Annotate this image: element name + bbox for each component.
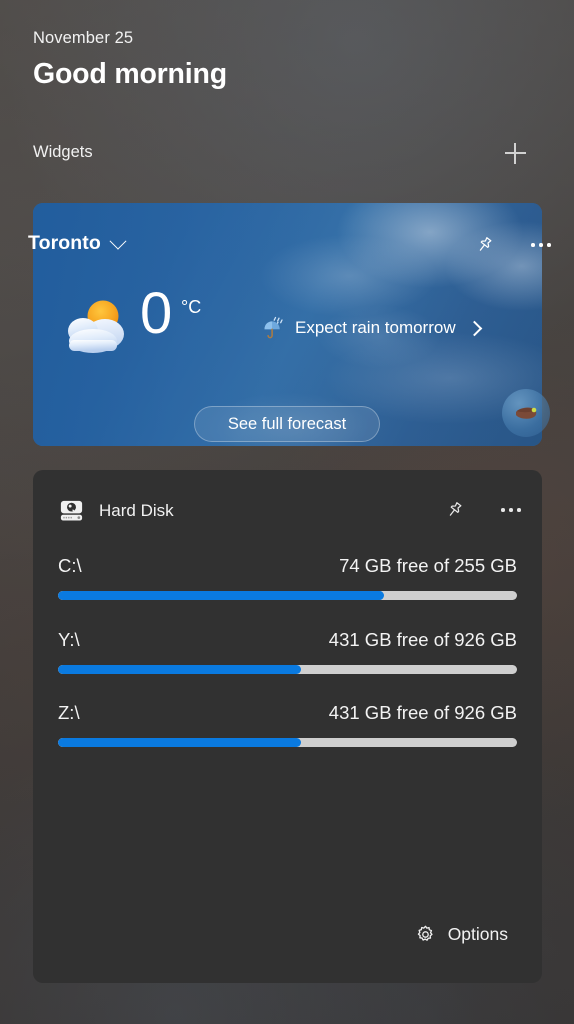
gear-icon: [415, 924, 436, 945]
hard-disk-more-button[interactable]: [496, 495, 526, 525]
drive-letter: Z:\: [58, 702, 80, 724]
hard-disk-icon: [58, 497, 85, 524]
weather-alert-text: Expect rain tomorrow: [295, 318, 456, 338]
pin-icon: [445, 500, 465, 520]
sun-behind-cloud-icon: [63, 297, 139, 355]
weather-pin-button[interactable]: [470, 230, 500, 260]
chevron-right-icon: [466, 320, 482, 336]
drive-item: Y:\ 431 GB free of 926 GB: [58, 629, 517, 674]
see-full-forecast-button[interactable]: See full forecast: [194, 406, 380, 442]
drive-item: C:\ 74 GB free of 255 GB: [58, 555, 517, 600]
drive-capacity-text: 431 GB free of 926 GB: [329, 629, 517, 651]
pin-icon: [475, 235, 495, 255]
drive-item: Z:\ 431 GB free of 926 GB: [58, 702, 517, 747]
weather-widget-actions: [470, 230, 556, 260]
hard-disk-header: Hard Disk: [58, 497, 174, 524]
hard-disk-actions: [440, 495, 526, 525]
drive-capacity-text: 74 GB free of 255 GB: [339, 555, 517, 577]
drive-row: Z:\ 431 GB free of 926 GB: [58, 702, 517, 724]
drive-letter: Y:\: [58, 629, 80, 651]
drive-usage-bar: [58, 738, 517, 747]
weather-temperature: 0: [140, 285, 171, 343]
weather-city-name: Toronto: [28, 232, 101, 255]
weather-more-button[interactable]: [526, 230, 556, 260]
drive-usage-bar: [58, 665, 517, 674]
drive-usage-bar: [58, 591, 517, 600]
drive-usage-fill: [58, 591, 384, 600]
hard-disk-pin-button[interactable]: [440, 495, 470, 525]
drive-usage-fill: [58, 738, 301, 747]
drive-letter: C:\: [58, 555, 82, 577]
ellipsis-icon: [501, 508, 521, 512]
drive-capacity-text: 431 GB free of 926 GB: [329, 702, 517, 724]
weather-temperature-unit: °C: [181, 297, 201, 318]
hard-disk-title: Hard Disk: [99, 501, 174, 521]
ellipsis-icon: [531, 243, 551, 247]
chevron-down-icon: [109, 232, 126, 249]
options-label: Options: [448, 924, 508, 945]
weather-location-selector[interactable]: Toronto: [28, 232, 124, 255]
weather-provider-badge[interactable]: [502, 389, 550, 437]
drive-row: C:\ 74 GB free of 255 GB: [58, 555, 517, 577]
hard-disk-options-button[interactable]: Options: [415, 924, 508, 945]
widgets-panel: November 25 Good morning Widgets Toronto: [0, 0, 574, 1024]
drive-usage-fill: [58, 665, 301, 674]
provider-badge-icon: [502, 389, 550, 437]
drive-row: Y:\ 431 GB free of 926 GB: [58, 629, 517, 651]
umbrella-with-rain-icon: [262, 316, 286, 340]
hard-disk-widget: Hard Disk C:\ 74 GB free of: [33, 470, 542, 983]
weather-alert[interactable]: Expect rain tomorrow: [262, 316, 480, 340]
